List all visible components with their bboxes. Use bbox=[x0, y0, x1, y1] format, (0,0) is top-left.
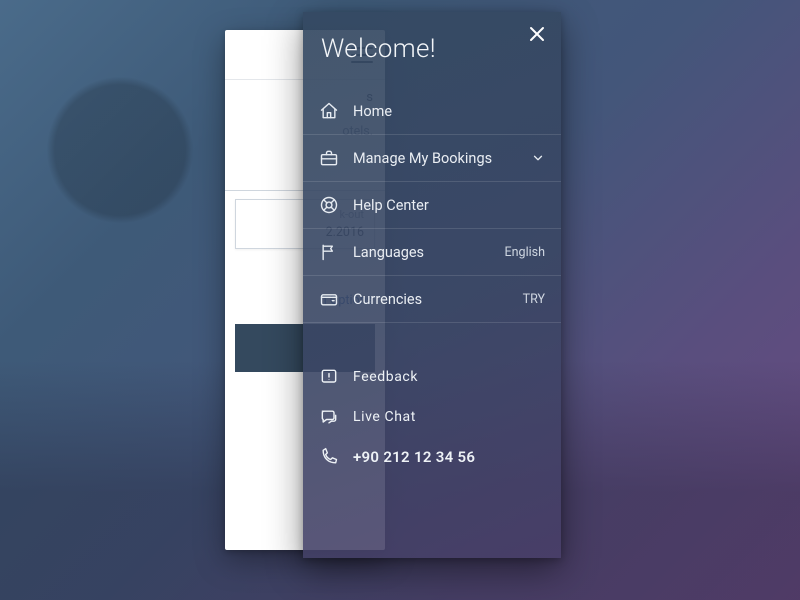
menu-item-bookings[interactable]: Manage My Bookings bbox=[303, 135, 561, 182]
menu-item-label: Languages bbox=[353, 244, 491, 261]
lifebuoy-icon bbox=[319, 195, 339, 215]
menu-item-label: Currencies bbox=[353, 291, 509, 308]
menu-item-label: Help Center bbox=[353, 197, 545, 214]
menu-item-label: Feedback bbox=[353, 369, 418, 385]
menu-item-currencies[interactable]: Currencies TRY bbox=[303, 276, 561, 323]
flag-icon bbox=[319, 242, 339, 262]
menu-item-help[interactable]: Help Center bbox=[303, 182, 561, 229]
nav-drawer: Welcome! Home Manage My Bookings bbox=[303, 12, 561, 558]
close-icon bbox=[528, 25, 546, 43]
phone-number: +90 212 12 34 56 bbox=[353, 448, 475, 466]
menu-item-label: Manage My Bookings bbox=[353, 150, 517, 167]
wallet-icon bbox=[319, 289, 339, 309]
chat-icon bbox=[319, 407, 339, 427]
menu-item-languages[interactable]: Languages English bbox=[303, 229, 561, 276]
phone-icon bbox=[319, 447, 339, 467]
chevron-down-icon bbox=[531, 151, 545, 165]
home-icon bbox=[319, 101, 339, 121]
currency-value: TRY bbox=[523, 292, 545, 307]
primary-menu: Home Manage My Bookings Help Center bbox=[303, 88, 561, 323]
menu-item-feedback[interactable]: Feedback bbox=[303, 357, 561, 397]
menu-item-label: Live Chat bbox=[353, 409, 416, 425]
menu-item-label: Home bbox=[353, 103, 545, 120]
language-value: English bbox=[505, 245, 545, 260]
secondary-menu: Feedback Live Chat +90 212 12 34 56 bbox=[303, 357, 561, 477]
menu-item-home[interactable]: Home bbox=[303, 88, 561, 135]
menu-item-livechat[interactable]: Live Chat bbox=[303, 397, 561, 437]
menu-item-phone[interactable]: +90 212 12 34 56 bbox=[303, 437, 561, 477]
briefcase-icon bbox=[319, 148, 339, 168]
feedback-icon bbox=[319, 367, 339, 387]
close-button[interactable] bbox=[521, 18, 553, 50]
